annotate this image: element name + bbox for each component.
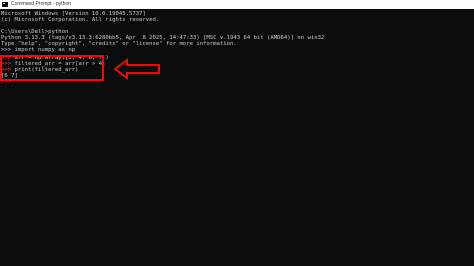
console-line-copyright: (c) Microsoft Corporation. All rights re… [1, 17, 160, 23]
window-titlebar[interactable]: Command Prompt - python [0, 0, 474, 9]
cmd-icon [2, 2, 8, 7]
console-output[interactable]: Microsoft Windows [Version 10.0.19045.57… [0, 10, 474, 266]
window-title: Command Prompt - python [11, 1, 72, 7]
console-line-import: >>> import numpy as np [1, 47, 76, 53]
annotation-arrow-icon [113, 58, 160, 80]
annotation-highlight-box [0, 55, 104, 81]
